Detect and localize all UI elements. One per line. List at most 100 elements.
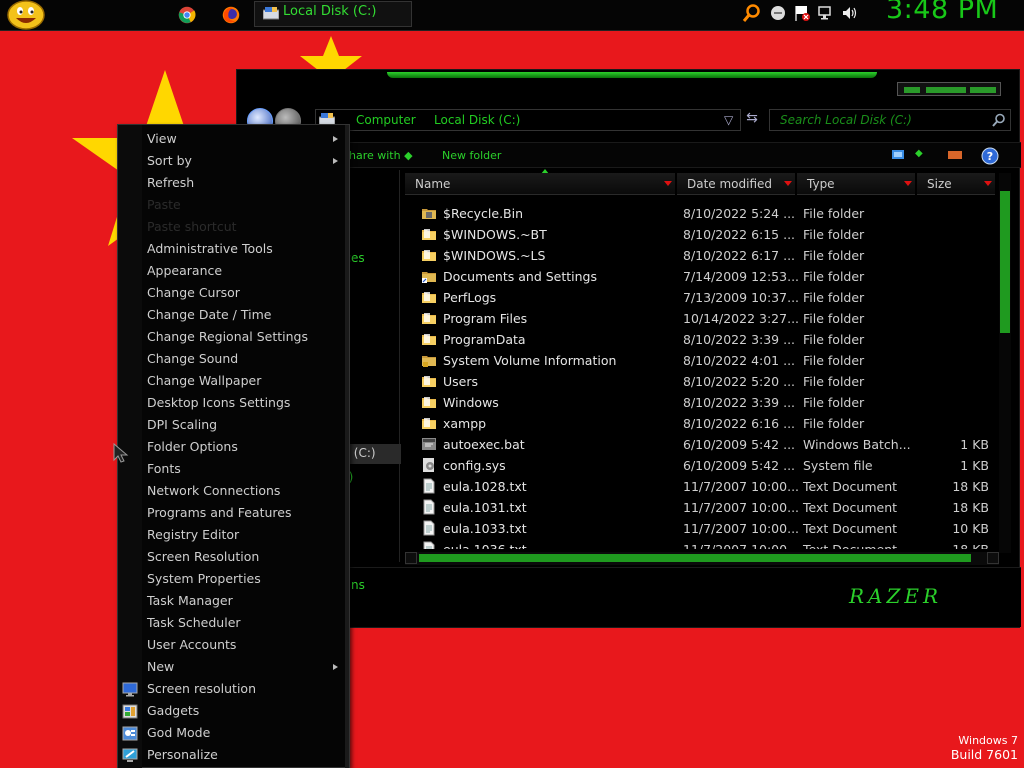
menu-item-network-connections[interactable]: Network Connections [118,480,344,502]
menu-item-registry-editor[interactable]: Registry Editor [118,524,344,546]
file-row[interactable]: Users 8/10/2022 5:20 ... File folder [405,371,995,392]
file-type: File folder [803,290,865,305]
file-date-modified: 11/7/2007 10:00... [683,479,800,494]
file-date-modified: 8/10/2022 6:15 ... [683,227,796,242]
menu-item-new[interactable]: New [118,656,344,678]
menu-item-label: Change Sound [147,351,239,366]
search-icon[interactable] [742,3,762,23]
menu-item-personalize[interactable]: Personalize [118,744,344,766]
column-size[interactable]: Size [917,173,995,195]
maximize-button[interactable] [926,87,966,93]
new-folder-button[interactable]: New folder [442,149,501,162]
menu-item-change-wallpaper[interactable]: Change Wallpaper [118,370,344,392]
menu-item-sort-by[interactable]: Sort by [118,150,344,172]
refresh-icon[interactable]: ⇆ [741,110,763,130]
menu-item-task-scheduler[interactable]: Task Scheduler [118,612,344,634]
file-row[interactable]: $WINDOWS.~BT 8/10/2022 6:15 ... File folde… [405,224,995,245]
menu-item-administrative-tools[interactable]: Administrative Tools [118,238,344,260]
menu-item-system-properties[interactable]: System Properties [118,568,344,590]
file-row[interactable]: Windows 8/10/2022 3:39 ... File folder [405,392,995,413]
address-bar[interactable]: Computer Local Disk (C:) ▽ [315,109,741,131]
file-row[interactable]: $WINDOWS.~LS 8/10/2022 6:17 ... File folde… [405,245,995,266]
menu-item-change-cursor[interactable]: Change Cursor [118,282,344,304]
taskbar-explorer-window[interactable]: Local Disk (C:) [254,1,412,27]
menu-item-programs-and-features[interactable]: Programs and Features [118,502,344,524]
minimize-button[interactable] [904,87,920,93]
menu-item-screen-resolution[interactable]: Screen Resolution [118,546,344,568]
file-row[interactable]: PerfLogs 7/13/2009 10:37... File folder [405,287,995,308]
column-type[interactable]: Type [797,173,915,195]
view-options-icon[interactable] [891,149,907,161]
file-row[interactable]: xampp 8/10/2022 6:16 ... File folder [405,413,995,434]
menu-item-label: Desktop Icons Settings [147,395,291,410]
vertical-scroll-thumb[interactable] [1000,191,1010,333]
gadgets-icon [122,704,138,719]
menu-item-folder-options[interactable]: Folder Options [118,436,344,458]
menu-item-view[interactable]: View [118,128,344,150]
menu-item-change-date-time[interactable]: Change Date / Time [118,304,344,326]
horizontal-scroll-thumb[interactable] [419,554,971,562]
file-size: 1 KB [960,458,989,473]
file-date-modified: 8/10/2022 4:01 ... [683,353,796,368]
network-icon[interactable] [816,3,836,23]
menu-item-god-mode[interactable]: God Mode [118,722,344,744]
menu-item-appearance[interactable]: Appearance [118,260,344,282]
horizontal-scrollbar[interactable] [405,552,999,565]
file-row[interactable]: eula.1036.txt 11/7/2007 10:00... Text Docu… [405,539,995,549]
file-row[interactable]: config.sys 6/10/2009 5:42 ... System file 1… [405,455,995,476]
file-row[interactable]: ProgramData 8/10/2022 3:39 ... File folder [405,329,995,350]
window-title-accent [387,72,877,78]
minus-circle-icon[interactable] [768,3,788,23]
start-orb-smiley-icon[interactable] [6,0,46,30]
menu-item-change-regional-settings[interactable]: Change Regional Settings [118,326,344,348]
file-type: File folder [803,227,865,242]
menu-item-label: Programs and Features [147,505,292,520]
scroll-left-arrow[interactable] [405,552,417,564]
vertical-scrollbar[interactable] [999,173,1011,553]
column-name[interactable]: Name [405,173,675,195]
file-row[interactable]: autoexec.bat 6/10/2009 5:42 ... Windows Ba… [405,434,995,455]
taskbar-clock[interactable]: 3:48 PM [886,0,998,25]
file-row[interactable]: eula.1031.txt 11/7/2007 10:00... Text Docu… [405,497,995,518]
menu-item-fonts[interactable]: Fonts [118,458,344,480]
menu-item-screen-resolution[interactable]: Screen resolution [118,678,344,700]
command-bar: hare with ◆ New folder ◆ ? [237,142,1021,168]
preview-pane-icon[interactable] [947,149,963,161]
menu-item-change-sound[interactable]: Change Sound [118,348,344,370]
firefox-icon[interactable] [219,4,243,26]
menu-item-refresh[interactable]: Refresh [118,172,344,194]
file-row[interactable]: Documents and Settings 7/14/2009 12:53...… [405,266,995,287]
menu-item-label: System Properties [147,571,261,586]
menu-item-dpi-scaling[interactable]: DPI Scaling [118,414,344,436]
menu-item-task-manager[interactable]: Task Manager [118,590,344,612]
chrome-icon[interactable] [175,4,199,26]
volume-icon[interactable] [840,3,860,23]
file-name: eula.1028.txt [443,479,527,494]
magnifier-icon[interactable] [992,113,1006,127]
file-row[interactable]: System Volume Information 8/10/2022 4:01 … [405,350,995,371]
breadcrumb-computer[interactable]: Computer [356,113,416,127]
share-with-button[interactable]: hare with ◆ [349,149,413,162]
folder-icon [421,415,437,431]
menu-item-gadgets[interactable]: Gadgets [118,700,344,722]
search-input[interactable]: Search Local Disk (C:) [769,109,1011,131]
breadcrumb-local-disk[interactable]: Local Disk (C:) [434,113,520,127]
menu-item-label: Screen Resolution [147,549,260,564]
close-button[interactable] [970,87,996,93]
help-icon[interactable]: ? [981,147,999,165]
file-size: 18 KB [952,542,989,549]
file-row[interactable]: Program Files 10/14/2022 3:27... File fold… [405,308,995,329]
menu-item-desktop-icons-settings[interactable]: Desktop Icons Settings [118,392,344,414]
column-date-modified[interactable]: Date modified [677,173,795,195]
file-row[interactable]: eula.1033.txt 11/7/2007 10:00... Text Docu… [405,518,995,539]
menu-item-label: Sort by [147,153,192,168]
recycle-folder-icon [421,205,437,221]
file-row[interactable]: $Recycle.Bin 8/10/2022 5:24 ... File folde… [405,203,995,224]
taskbar-window-label: Local Disk (C:) [283,4,377,19]
view-dropdown-icon[interactable]: ◆ [915,148,923,159]
file-row[interactable]: eula.1028.txt 11/7/2007 10:00... Text Docu… [405,476,995,497]
scroll-right-arrow[interactable] [987,552,999,564]
menu-item-user-accounts[interactable]: User Accounts [118,634,344,656]
address-dropdown-icon[interactable]: ▽ [724,113,733,127]
flag-icon[interactable] [792,3,812,23]
